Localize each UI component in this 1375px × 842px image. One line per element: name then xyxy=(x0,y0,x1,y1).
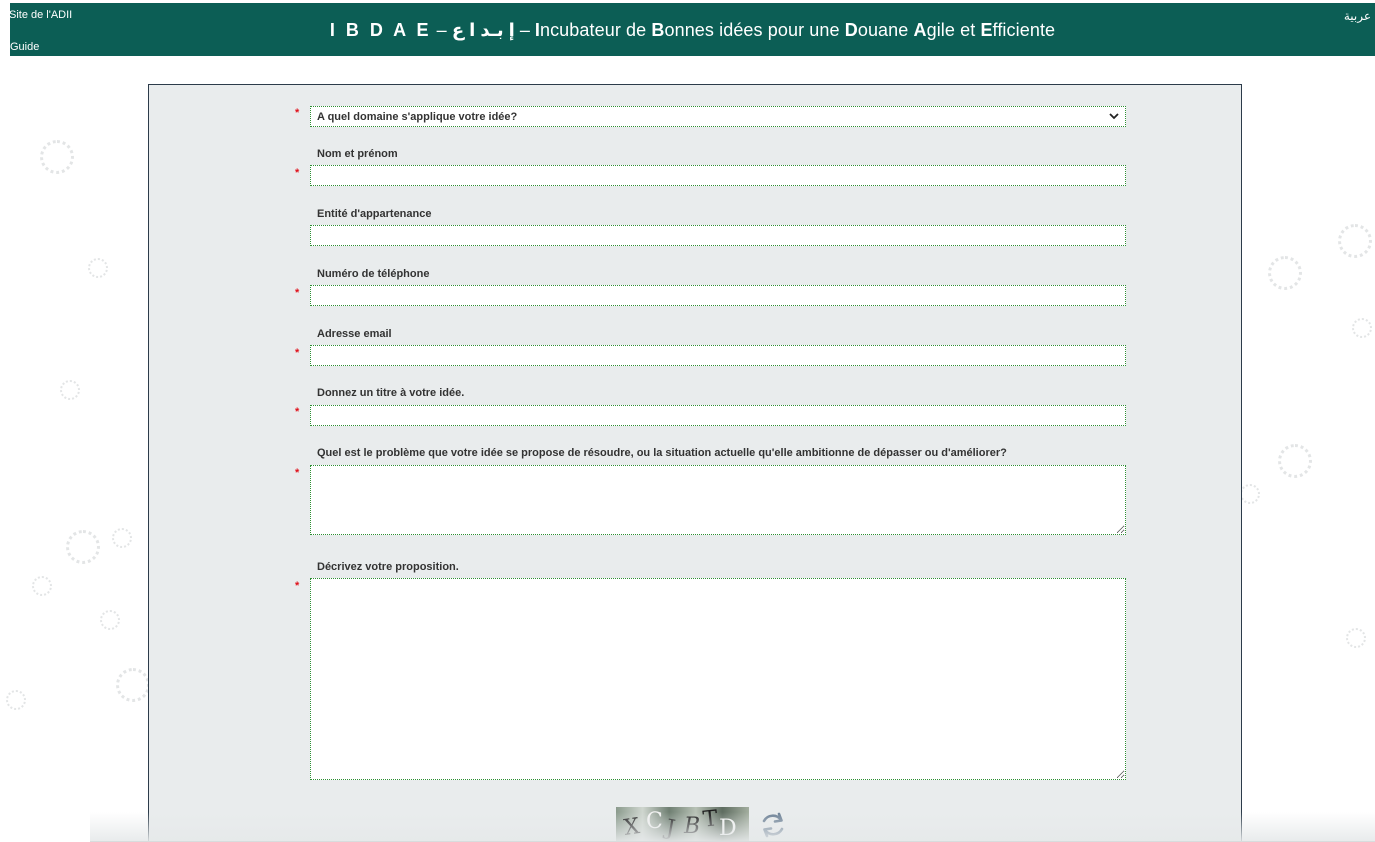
guide-link[interactable]: Guide xyxy=(10,41,39,53)
domain-select-value: A quel domaine s'applique votre idée? xyxy=(317,110,518,123)
title-text: onnes idées pour une xyxy=(664,20,845,40)
entity-input[interactable] xyxy=(310,225,1126,246)
page-title: I B D A E – إ بـد ا ع – Incubateur de Bo… xyxy=(10,20,1375,41)
entity-label: Entité d'appartenance xyxy=(317,208,432,220)
problem-textarea[interactable] xyxy=(310,465,1126,535)
title-initial: A xyxy=(913,20,927,40)
site-header: Site de l'ADII Guide عربية I B D A E – إ… xyxy=(9,3,1375,56)
title-acronym: I B D A E xyxy=(329,20,432,40)
name-input[interactable] xyxy=(310,165,1126,186)
phone-label: Numéro de téléphone xyxy=(317,268,430,280)
email-input[interactable] xyxy=(310,345,1126,366)
captcha-char: D xyxy=(719,816,737,841)
required-marker: * xyxy=(295,580,300,592)
captcha-char: C xyxy=(646,809,663,834)
required-marker: * xyxy=(295,167,300,179)
idea-title-label: Donnez un titre à votre idée. xyxy=(317,387,465,399)
title-initial: B xyxy=(651,20,665,40)
captcha-char: X xyxy=(622,814,642,841)
captcha-char: B xyxy=(684,814,701,839)
refresh-icon[interactable] xyxy=(759,811,787,839)
required-marker: * xyxy=(295,107,300,119)
captcha-char: T xyxy=(701,807,719,833)
required-marker: * xyxy=(295,287,300,299)
required-marker: * xyxy=(295,467,300,479)
title-text: ncubateur de xyxy=(539,20,652,40)
email-label: Adresse email xyxy=(317,328,392,340)
domain-select[interactable]: A quel domaine s'applique votre idée? xyxy=(310,106,1126,127)
problem-label: Quel est le problème que votre idée se p… xyxy=(317,447,1007,459)
captcha-image: X C J B T D xyxy=(616,807,749,842)
title-text: fficiente xyxy=(992,20,1056,40)
proposal-label: Décrivez votre proposition. xyxy=(317,561,459,573)
title-initial: E xyxy=(980,20,993,40)
chevron-down-icon xyxy=(1109,113,1119,120)
phone-input[interactable] xyxy=(310,285,1126,306)
title-separator: – xyxy=(519,20,530,40)
idea-title-input[interactable] xyxy=(310,405,1126,426)
title-separator: – xyxy=(436,20,447,40)
required-marker: * xyxy=(295,347,300,359)
title-arabic: إ بـد ا ع xyxy=(451,20,515,40)
title-initial: D xyxy=(844,20,858,40)
title-text: ouane xyxy=(857,20,914,40)
required-marker: * xyxy=(295,406,300,418)
proposal-textarea[interactable] xyxy=(310,578,1126,780)
captcha-char: J xyxy=(663,815,677,842)
idea-submission-form: * A quel domaine s'applique votre idée? … xyxy=(148,84,1242,842)
name-label: Nom et prénom xyxy=(317,148,398,160)
title-text: gile et xyxy=(926,20,981,40)
